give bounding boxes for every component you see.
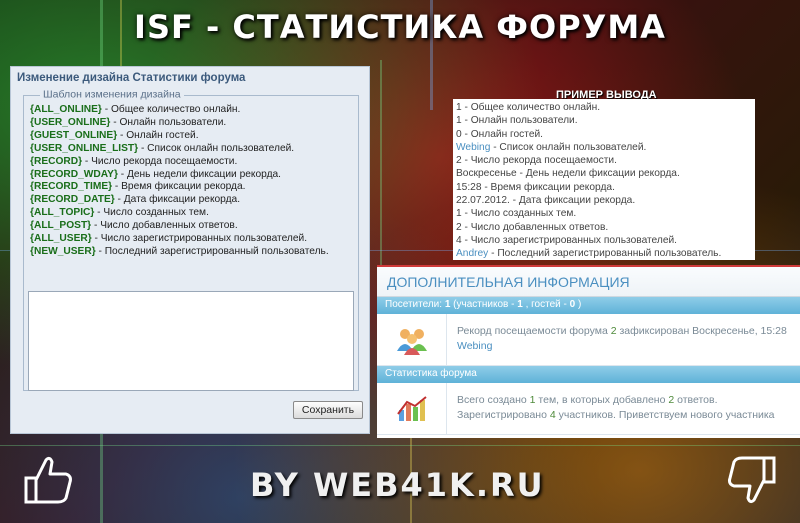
stats-l2-pre: Зарегистрировано — [457, 409, 550, 421]
variable-description: - Онлайн гостей. — [117, 129, 199, 141]
variable-description: - Число добавленных ответов. — [91, 220, 238, 232]
variable-description: - Общее количество онлайн. — [101, 104, 241, 115]
template-fieldset: Шаблон изменения дизайна {ALL_ONLINE} - … — [23, 88, 359, 391]
banner-title: ISF - СТАТИСТИКА ФОРУМА — [134, 8, 666, 46]
example-line-text: - Список онлайн пользователей. — [490, 141, 647, 153]
info-title: ДОПОЛНИТЕЛЬНАЯ ИНФОРМАЦИЯ — [377, 267, 800, 297]
thumbs-down-icon — [724, 452, 780, 512]
variable-token: {RECORD_WDAY} — [30, 168, 118, 180]
example-line-text: 1 - Число созданных тем. — [456, 208, 577, 220]
template-textarea[interactable] — [28, 291, 354, 391]
example-user-link[interactable]: Webing — [456, 142, 490, 153]
save-button[interactable]: Сохранить — [293, 401, 363, 419]
template-variable: {GUEST_ONLINE} - Онлайн гостей. — [30, 130, 352, 143]
example-line-text: 1 - Общее количество онлайн. — [456, 102, 601, 113]
example-line-text: 2 - Число рекорда посещаемости. — [456, 155, 617, 167]
visitors-open-text: (участников - — [453, 299, 518, 310]
template-variable: {RECORD_DATE} - Дата фиксации рекорда. — [30, 194, 352, 207]
template-variable: {RECORD_WDAY} - День недели фиксации рек… — [30, 169, 352, 182]
variable-token: {ALL_ONLINE} — [30, 104, 102, 115]
example-line: 22.07.2012. - Дата фиксации рекорда. — [456, 194, 752, 207]
record-text: Рекорд посещаемости форума 2 зафиксирова… — [447, 314, 797, 365]
visitors-close-text: ) — [577, 299, 582, 310]
variable-token: {NEW_USER} — [30, 245, 96, 257]
example-line-text: Воскресенье - День недели фиксации рекор… — [456, 168, 680, 180]
visitors-guests: 0 — [569, 299, 576, 310]
example-line: 15:28 - Время фиксации рекорда. — [456, 181, 752, 194]
variable-token: {RECORD_DATE} — [30, 194, 115, 206]
example-line-text: 2 - Число добавленных ответов. — [456, 221, 609, 233]
example-line: Webing - Список онлайн пользователей. — [456, 141, 752, 154]
example-line-text: 15:28 - Время фиксации рекорда. — [456, 181, 615, 193]
template-variable: {ALL_USER} - Число зарегистрированных по… — [30, 233, 352, 246]
panel-title: Изменение дизайна Статистики форума — [17, 72, 246, 84]
record-mid: зафиксирован Воскресенье, 15:28 — [616, 325, 787, 337]
users-group-icon — [377, 314, 447, 365]
template-variable: {ALL_ONLINE} - Общее количество онлайн. — [30, 104, 352, 117]
example-line-text: 4 - Число зарегистрированных пользовател… — [456, 234, 678, 246]
variable-description: - Онлайн пользователи. — [110, 116, 227, 128]
variable-description: - Последний зарегистрированный пользоват… — [95, 245, 329, 257]
example-line-text: 0 - Онлайн гостей. — [456, 128, 544, 140]
variable-description: - Дата фиксации рекорда. — [114, 194, 241, 206]
example-line: Воскресенье - День недели фиксации рекор… — [456, 167, 752, 180]
additional-info-panel: ДОПОЛНИТЕЛЬНАЯ ИНФОРМАЦИЯ Посетители: 1 … — [377, 265, 800, 438]
variable-token: {USER_ONLINE} — [30, 116, 111, 128]
visitors-mid-text: , гостей - — [525, 299, 570, 310]
example-user-link[interactable]: Andrey — [456, 248, 488, 259]
example-line: 1 - Число созданных тем. — [456, 207, 752, 220]
template-variable: {RECORD_TIME} - Время фиксации рекорда. — [30, 181, 352, 194]
example-line-text: 1 - Онлайн пользователи. — [456, 115, 578, 127]
variable-description: - День недели фиксации рекорда. — [117, 168, 282, 180]
record-row: Рекорд посещаемости форума 2 зафиксирова… — [377, 314, 800, 366]
variable-description: - Число зарегистрированных пользователей… — [91, 233, 308, 245]
design-settings-panel: Изменение дизайна Статистики форума Шабл… — [10, 66, 370, 434]
variable-token: {GUEST_ONLINE} — [30, 129, 118, 141]
visitors-members: 1 — [517, 299, 523, 310]
stats-bar: Статистика форума — [377, 366, 800, 383]
variable-token: {ALL_POST} — [30, 220, 92, 232]
example-line: 2 - Число добавленных ответов. — [456, 221, 752, 234]
example-output-box: 1 - Общее количество онлайн. 1 - Онлайн п… — [453, 99, 755, 260]
variable-token: {USER_ONLINE_LIST} — [30, 142, 139, 154]
variable-token: {RECORD_TIME} — [30, 181, 113, 193]
template-variable-list: {ALL_ONLINE} - Общее количество онлайн.{… — [30, 104, 352, 259]
stats-l1-pre: Всего создано — [457, 394, 530, 406]
template-variable: {RECORD} - Число рекорда посещаемости. — [30, 156, 352, 169]
visitors-label: Посетители: — [385, 299, 443, 310]
record-user-link[interactable]: Webing — [457, 340, 492, 352]
example-line: 1 - Онлайн пользователи. — [456, 114, 752, 127]
example-line-text: - Последний зарегистрированный пользоват… — [488, 248, 722, 260]
template-variable: {USER_ONLINE} - Онлайн пользователи. — [30, 117, 352, 130]
example-line: 2 - Число рекорда посещаемости. — [456, 154, 752, 167]
variable-description: - Время фиксации рекорда. — [112, 181, 246, 193]
record-pre: Рекорд посещаемости форума — [457, 325, 611, 337]
variable-description: - Число рекорда посещаемости. — [82, 155, 238, 167]
stats-row: Всего создано 1 тем, в которых добавлено… — [377, 383, 800, 435]
example-line: 1 - Общее количество онлайн. — [456, 101, 752, 114]
footer-credit: BY WEB41K.RU — [250, 466, 545, 504]
template-variable: {ALL_TOPIC} - Число созданных тем. — [30, 207, 352, 220]
template-variable: {ALL_POST} - Число добавленных ответов. — [30, 220, 352, 233]
variable-description: - Число созданных тем. — [94, 207, 209, 219]
visitors-bar: Посетители: 1 (участников - 1 , гостей -… — [377, 297, 800, 314]
variable-token: {ALL_USER} — [30, 233, 92, 245]
template-variable: {USER_ONLINE_LIST} - Список онлайн польз… — [30, 143, 352, 156]
variable-token: {RECORD} — [30, 155, 83, 167]
stats-l1-post: ответов. — [674, 394, 718, 406]
variable-description: - Список онлайн пользователей. — [138, 142, 295, 154]
fieldset-legend: Шаблон изменения дизайна — [40, 88, 184, 101]
stats-l2-post: участников. Приветствуем нового участник… — [555, 409, 775, 421]
example-line: Andrey - Последний зарегистрированный по… — [456, 247, 752, 260]
example-line: 4 - Число зарегистрированных пользовател… — [456, 234, 752, 247]
example-line-text: 22.07.2012. - Дата фиксации рекорда. — [456, 195, 636, 207]
stats-l1-mid: тем, в которых добавлено — [535, 394, 669, 406]
stats-chart-icon — [377, 383, 447, 434]
thumbs-up-icon — [20, 452, 76, 512]
variable-token: {ALL_TOPIC} — [30, 207, 95, 219]
visitors-total: 1 — [444, 299, 451, 310]
example-line: 0 - Онлайн гостей. — [456, 128, 752, 141]
template-variable: {NEW_USER} - Последний зарегистрированны… — [30, 246, 352, 259]
stats-text: Всего создано 1 тем, в которых добавлено… — [447, 383, 785, 434]
